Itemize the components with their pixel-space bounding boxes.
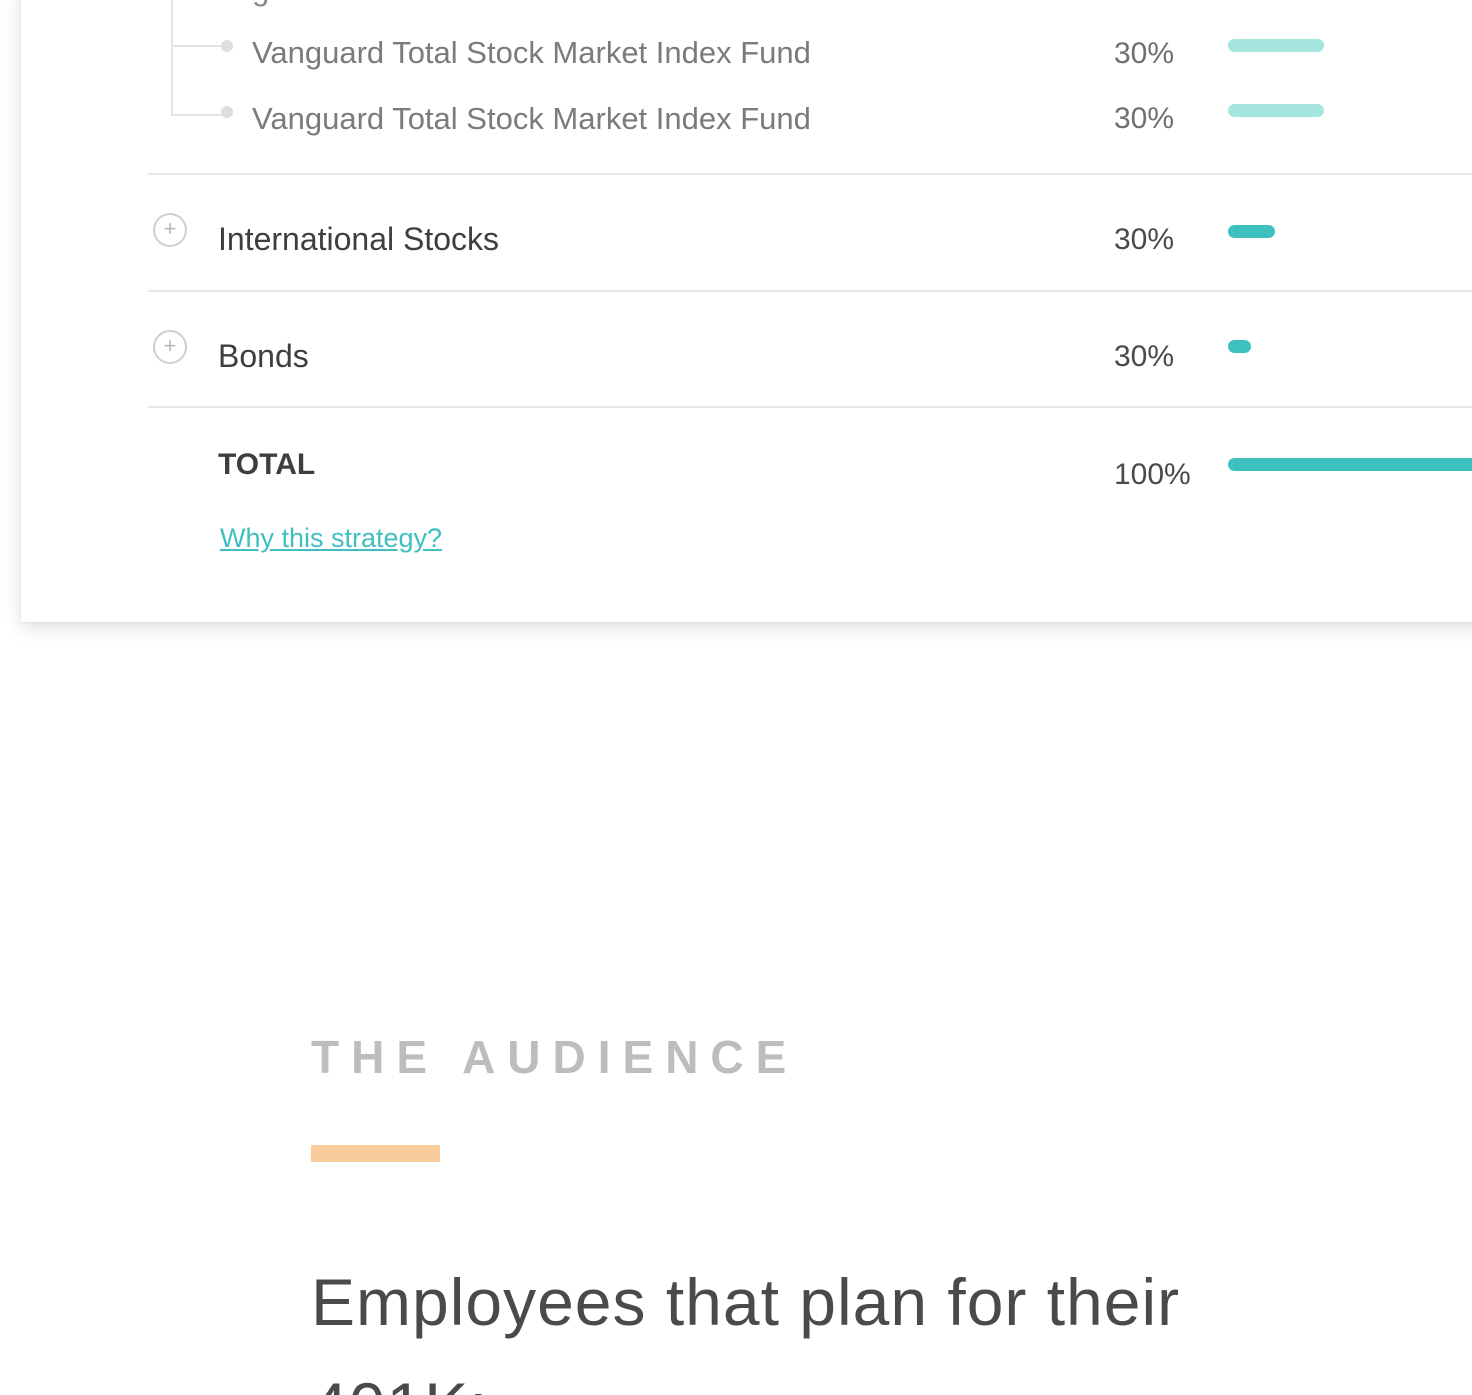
total-pct: 100% — [1114, 458, 1191, 491]
divider — [148, 290, 1472, 292]
tree-branch — [171, 45, 225, 47]
category-allocation-bar — [1228, 340, 1251, 353]
partial-row-label: g — [252, 0, 269, 8]
fund-pct: 30% — [1114, 102, 1175, 135]
total-allocation-bar — [1228, 458, 1472, 471]
category-pct: 30% — [1114, 340, 1175, 373]
fund-name: Vanguard Total Stock Market Index Fund — [252, 101, 811, 136]
fund-allocation-bar — [1228, 39, 1324, 52]
category-pct: 30% — [1114, 223, 1175, 256]
plus-icon: + — [163, 333, 177, 358]
section-heading: THE AUDIENCE — [311, 1031, 799, 1083]
plus-icon: + — [163, 216, 177, 241]
fund-name: Vanguard Total Stock Market Index Fund — [252, 35, 811, 70]
divider — [148, 406, 1472, 408]
why-this-strategy-link[interactable]: Why this strategy? — [220, 523, 442, 554]
heading-accent-rule — [311, 1145, 440, 1162]
tree-connector — [171, 0, 173, 116]
category-allocation-bar — [1228, 225, 1275, 238]
audience-description: Employees that plan for their 401K: — [311, 1265, 1181, 1395]
expand-bonds-button[interactable]: + — [153, 330, 187, 364]
category-international-stocks: International Stocks — [218, 221, 500, 257]
fund-pct: 30% — [1114, 37, 1175, 70]
expand-international-stocks-button[interactable]: + — [153, 213, 187, 247]
page: g Vanguard Total Stock Market Index Fund… — [0, 0, 1472, 1395]
divider — [148, 173, 1472, 175]
fund-allocation-bar — [1228, 104, 1324, 117]
total-label: TOTAL — [218, 448, 316, 481]
tree-branch — [171, 114, 225, 116]
tree-dot — [221, 40, 233, 52]
category-bonds: Bonds — [218, 338, 309, 374]
tree-dot — [221, 106, 233, 118]
